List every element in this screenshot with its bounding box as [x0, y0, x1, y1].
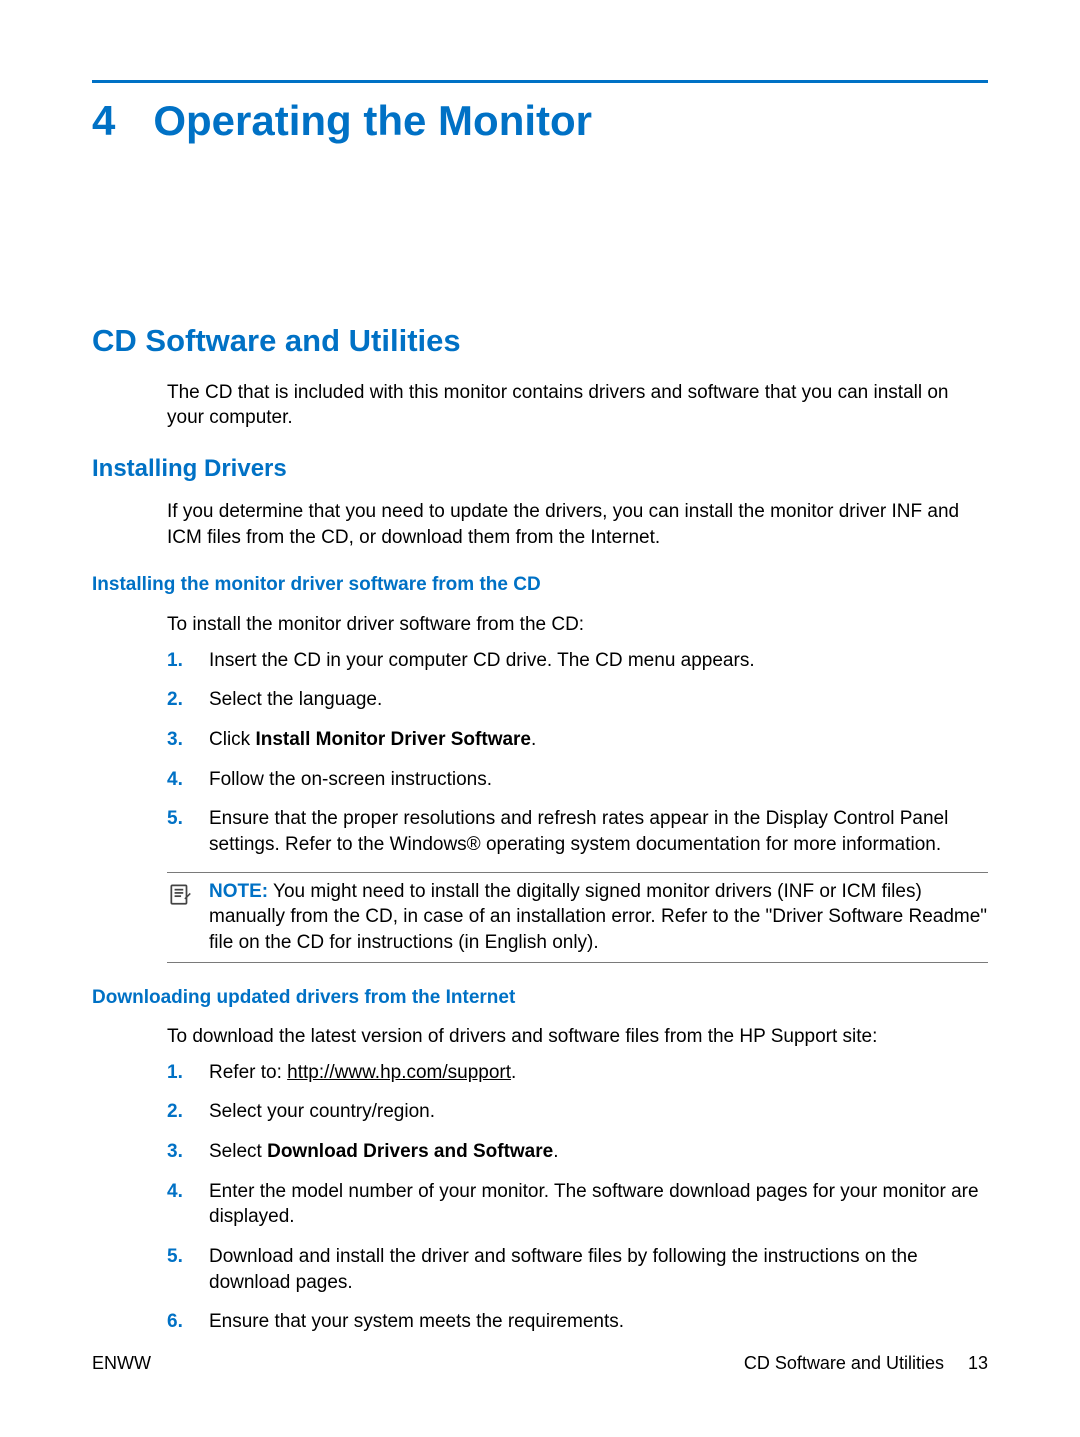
support-link[interactable]: http://www.hp.com/support: [287, 1062, 511, 1083]
list-item: 3. Select Download Drivers and Software.: [167, 1139, 988, 1165]
subsection-heading: Installing Drivers: [92, 453, 988, 485]
page-footer: ENWW CD Software and Utilities 13: [92, 1351, 988, 1375]
list-item: 4. Follow the on-screen instructions.: [167, 767, 988, 793]
step-text: Click Install Monitor Driver Software.: [209, 727, 988, 753]
subsection-intro: If you determine that you need to update…: [167, 499, 988, 550]
step-number: 3.: [167, 1139, 209, 1165]
list-item: 1. Refer to: http://www.hp.com/support.: [167, 1060, 988, 1086]
section-intro: The CD that is included with this monito…: [167, 380, 988, 431]
list-item: 2. Select the language.: [167, 687, 988, 713]
step-text: Select the language.: [209, 687, 988, 713]
step-text: Insert the CD in your computer CD drive.…: [209, 648, 988, 674]
step-text: Select Download Drivers and Software.: [209, 1139, 988, 1165]
note-icon: [167, 879, 197, 956]
sub-sub-heading-cd: Installing the monitor driver software f…: [92, 572, 988, 598]
list-item: 5. Download and install the driver and s…: [167, 1244, 988, 1295]
step-text: Ensure that the proper resolutions and r…: [209, 806, 988, 857]
step-number: 2.: [167, 687, 209, 713]
note-label: NOTE:: [209, 881, 268, 902]
steps-internet: 1. Refer to: http://www.hp.com/support. …: [167, 1060, 988, 1335]
step-text: Ensure that your system meets the requir…: [209, 1309, 988, 1335]
step-text: Download and install the driver and soft…: [209, 1244, 988, 1295]
step-number: 6.: [167, 1309, 209, 1335]
step-text: Refer to: http://www.hp.com/support.: [209, 1060, 988, 1086]
step-number: 5.: [167, 1244, 209, 1295]
chapter-title: Operating the Monitor: [153, 93, 592, 150]
top-rule: [92, 80, 988, 83]
section-heading: CD Software and Utilities: [92, 320, 988, 362]
step-number: 3.: [167, 727, 209, 753]
list-item: 2. Select your country/region.: [167, 1099, 988, 1125]
step-number: 1.: [167, 648, 209, 674]
chapter-heading: 4 Operating the Monitor: [92, 93, 988, 150]
list-item: 4. Enter the model number of your monito…: [167, 1179, 988, 1230]
note-text: NOTE: You might need to install the digi…: [209, 879, 988, 956]
footer-page-number: 13: [968, 1351, 988, 1375]
step-number: 5.: [167, 806, 209, 857]
sub-sub-heading-internet: Downloading updated drivers from the Int…: [92, 985, 988, 1011]
sub1a-intro: To install the monitor driver software f…: [167, 612, 988, 638]
sub1b-intro: To download the latest version of driver…: [167, 1024, 988, 1050]
step-text: Enter the model number of your monitor. …: [209, 1179, 988, 1230]
step-text: Follow the on-screen instructions.: [209, 767, 988, 793]
chapter-number: 4: [92, 93, 115, 150]
step-number: 4.: [167, 767, 209, 793]
list-item: 3. Click Install Monitor Driver Software…: [167, 727, 988, 753]
footer-section: CD Software and Utilities: [744, 1351, 944, 1375]
step-number: 2.: [167, 1099, 209, 1125]
list-item: 5. Ensure that the proper resolutions an…: [167, 806, 988, 857]
step-text: Select your country/region.: [209, 1099, 988, 1125]
note-block: NOTE: You might need to install the digi…: [167, 872, 988, 963]
step-number: 1.: [167, 1060, 209, 1086]
step-number: 4.: [167, 1179, 209, 1230]
list-item: 6. Ensure that your system meets the req…: [167, 1309, 988, 1335]
steps-cd: 1. Insert the CD in your computer CD dri…: [167, 648, 988, 858]
list-item: 1. Insert the CD in your computer CD dri…: [167, 648, 988, 674]
footer-left: ENWW: [92, 1351, 151, 1375]
